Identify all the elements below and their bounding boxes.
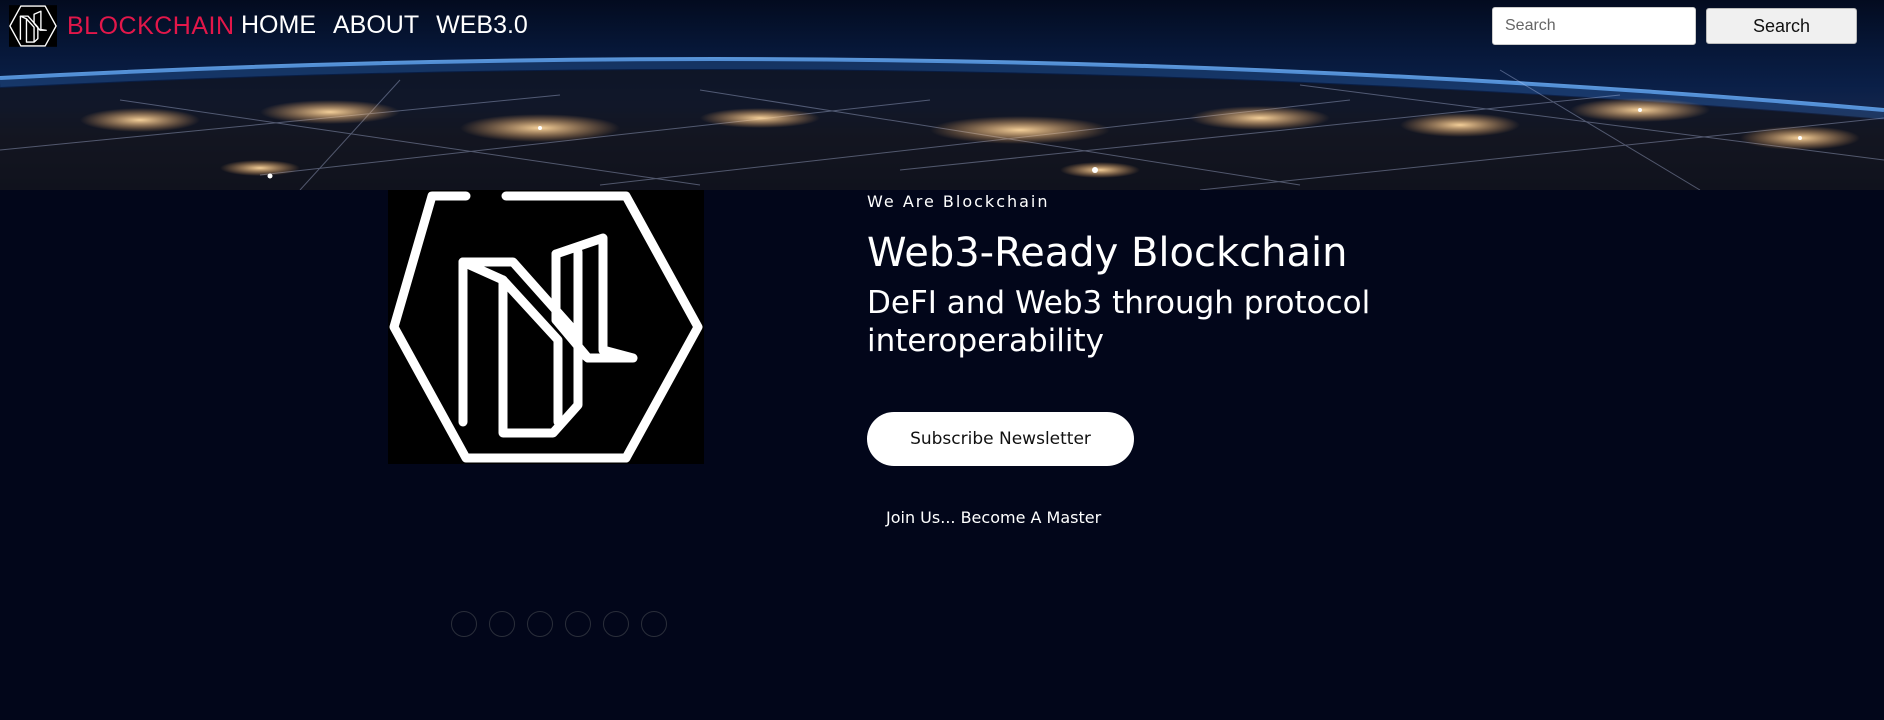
carousel-dot[interactable] [451, 611, 477, 637]
join-us-text: Join Us... Become A Master [886, 508, 1102, 527]
carousel-dot[interactable] [641, 611, 667, 637]
hero-kicker: We Are Blockchain [867, 192, 1050, 211]
brand-name[interactable]: BLOCKCHAIN [67, 12, 235, 41]
nav-link-web3[interactable]: WEB3.0 [436, 11, 528, 40]
carousel-dot[interactable] [603, 611, 629, 637]
carousel-dot[interactable] [489, 611, 515, 637]
search-button[interactable]: Search [1706, 8, 1857, 44]
carousel-dots [451, 611, 667, 637]
search-input[interactable] [1492, 7, 1696, 45]
hero-subheadline: DeFI and Web3 through protocol interoper… [867, 285, 1371, 359]
navbar: BLOCKCHAIN HOME ABOUT WEB3.0 Search [0, 0, 1884, 52]
carousel-dot[interactable] [527, 611, 553, 637]
blockchain-hexagon-logo-icon [388, 190, 704, 464]
brand[interactable]: BLOCKCHAIN [9, 4, 235, 48]
nav-links: HOME ABOUT WEB3.0 [241, 11, 528, 40]
hero-headline: Web3-Ready Blockchain [867, 230, 1348, 276]
nav-link-about[interactable]: ABOUT [333, 11, 419, 40]
carousel-dot[interactable] [565, 611, 591, 637]
subscribe-newsletter-button[interactable]: Subscribe Newsletter [867, 412, 1134, 466]
nav-link-home[interactable]: HOME [241, 11, 316, 40]
blockchain-hexagon-logo-icon[interactable] [9, 4, 57, 48]
